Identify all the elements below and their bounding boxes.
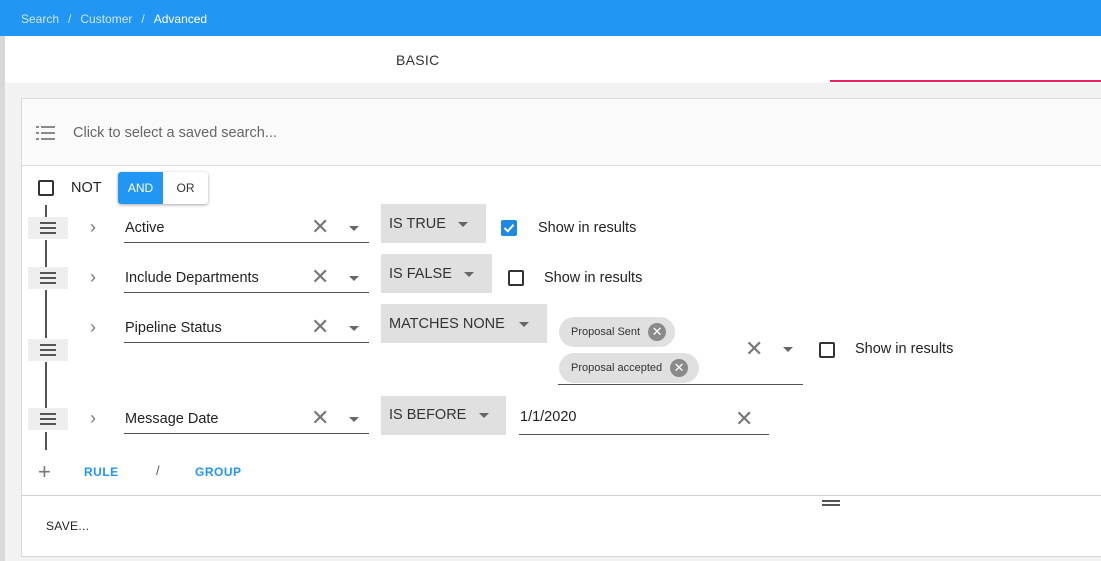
tab-basic[interactable]: BASIC	[396, 52, 440, 68]
tree-connector	[45, 240, 47, 268]
operator-label: IS TRUE	[389, 216, 446, 232]
value-chip[interactable]: Proposal accepted ✕	[559, 353, 699, 383]
field-underline	[124, 242, 369, 243]
clear-icon[interactable]: ✕	[311, 316, 329, 338]
value-chip[interactable]: Proposal Sent ✕	[559, 317, 675, 347]
saved-search-placeholder: Click to select a saved search...	[73, 125, 277, 141]
drag-handle-icon[interactable]	[28, 217, 68, 239]
dropdown-arrow-icon[interactable]	[349, 326, 359, 331]
rule-field[interactable]: Include Departments	[125, 270, 259, 286]
drag-handle-icon[interactable]	[28, 267, 68, 289]
add-group-button[interactable]: GROUP	[195, 465, 242, 479]
tree-connector	[45, 205, 47, 217]
clear-icon[interactable]: ✕	[311, 407, 329, 429]
and-or-toggle: AND OR	[118, 172, 208, 204]
tree-connector	[45, 290, 47, 338]
value-underline	[558, 384, 803, 385]
save-button[interactable]: SAVE...	[46, 519, 89, 533]
add-rule-button[interactable]: RULE	[84, 465, 119, 479]
chevron-right-icon[interactable]: ›	[90, 317, 96, 338]
show-in-results-checkbox[interactable]	[508, 270, 524, 286]
not-checkbox[interactable]	[38, 180, 54, 196]
breadcrumb-search[interactable]: Search	[21, 12, 59, 26]
rule-field[interactable]: Pipeline Status	[125, 320, 222, 336]
drag-handle-icon[interactable]	[28, 339, 68, 361]
chip-remove-icon[interactable]: ✕	[648, 323, 667, 341]
show-in-results-checkbox[interactable]	[819, 342, 835, 358]
chevron-right-icon[interactable]: ›	[90, 408, 96, 429]
field-underline	[124, 342, 369, 343]
dropdown-arrow-icon[interactable]	[783, 347, 793, 352]
clear-icon[interactable]: ✕	[311, 266, 329, 288]
value-underline	[519, 434, 769, 435]
not-label: NOT	[71, 180, 102, 196]
add-separator: /	[156, 463, 160, 478]
breadcrumb-advanced: Advanced	[153, 12, 208, 26]
clear-icon[interactable]: ✕	[745, 338, 763, 360]
active-tab-indicator	[830, 80, 1101, 82]
show-in-results-checkbox[interactable]	[501, 220, 517, 236]
breadcrumb-customer[interactable]: Customer	[80, 12, 132, 26]
field-underline	[124, 433, 369, 434]
drag-handle-icon[interactable]	[28, 408, 68, 430]
list-icon	[36, 125, 56, 146]
clear-icon[interactable]: ✕	[735, 408, 753, 430]
show-in-results-label: Show in results	[855, 341, 954, 357]
breadcrumb: Search / Customer / Advanced	[21, 12, 207, 26]
tab-bar	[5, 36, 1101, 83]
operator-label: IS BEFORE	[389, 407, 467, 423]
chevron-right-icon[interactable]: ›	[90, 267, 96, 288]
chip-label: Proposal accepted	[571, 362, 663, 374]
dropdown-arrow-icon	[479, 413, 489, 418]
resize-handle-icon[interactable]	[822, 500, 840, 506]
dropdown-arrow-icon	[458, 222, 468, 227]
chip-label: Proposal Sent	[571, 326, 641, 338]
dropdown-arrow-icon[interactable]	[349, 276, 359, 281]
dropdown-arrow-icon[interactable]	[349, 417, 359, 422]
dropdown-arrow-icon	[464, 272, 474, 277]
field-underline	[124, 292, 369, 293]
dropdown-arrow-icon	[519, 322, 529, 327]
rule-field[interactable]: Message Date	[125, 411, 219, 427]
show-in-results-label: Show in results	[544, 270, 643, 286]
operator-label: IS FALSE	[389, 266, 452, 282]
plus-icon[interactable]: +	[38, 461, 51, 483]
date-value-input[interactable]: 1/1/2020	[520, 409, 576, 425]
clear-icon[interactable]: ✕	[311, 216, 329, 238]
or-button[interactable]: OR	[163, 172, 208, 204]
breadcrumb-separator: /	[68, 12, 72, 26]
chevron-right-icon[interactable]: ›	[90, 217, 96, 238]
tree-connector	[45, 432, 47, 450]
show-in-results-label: Show in results	[538, 220, 637, 236]
dropdown-arrow-icon[interactable]	[349, 226, 359, 231]
chip-remove-icon[interactable]: ✕	[670, 359, 689, 377]
tree-connector	[45, 362, 47, 408]
and-button[interactable]: AND	[118, 172, 163, 204]
operator-label: MATCHES NONE	[389, 316, 505, 332]
footer-divider	[22, 495, 1101, 496]
rule-field[interactable]: Active	[125, 220, 165, 236]
breadcrumb-separator: /	[141, 12, 145, 26]
